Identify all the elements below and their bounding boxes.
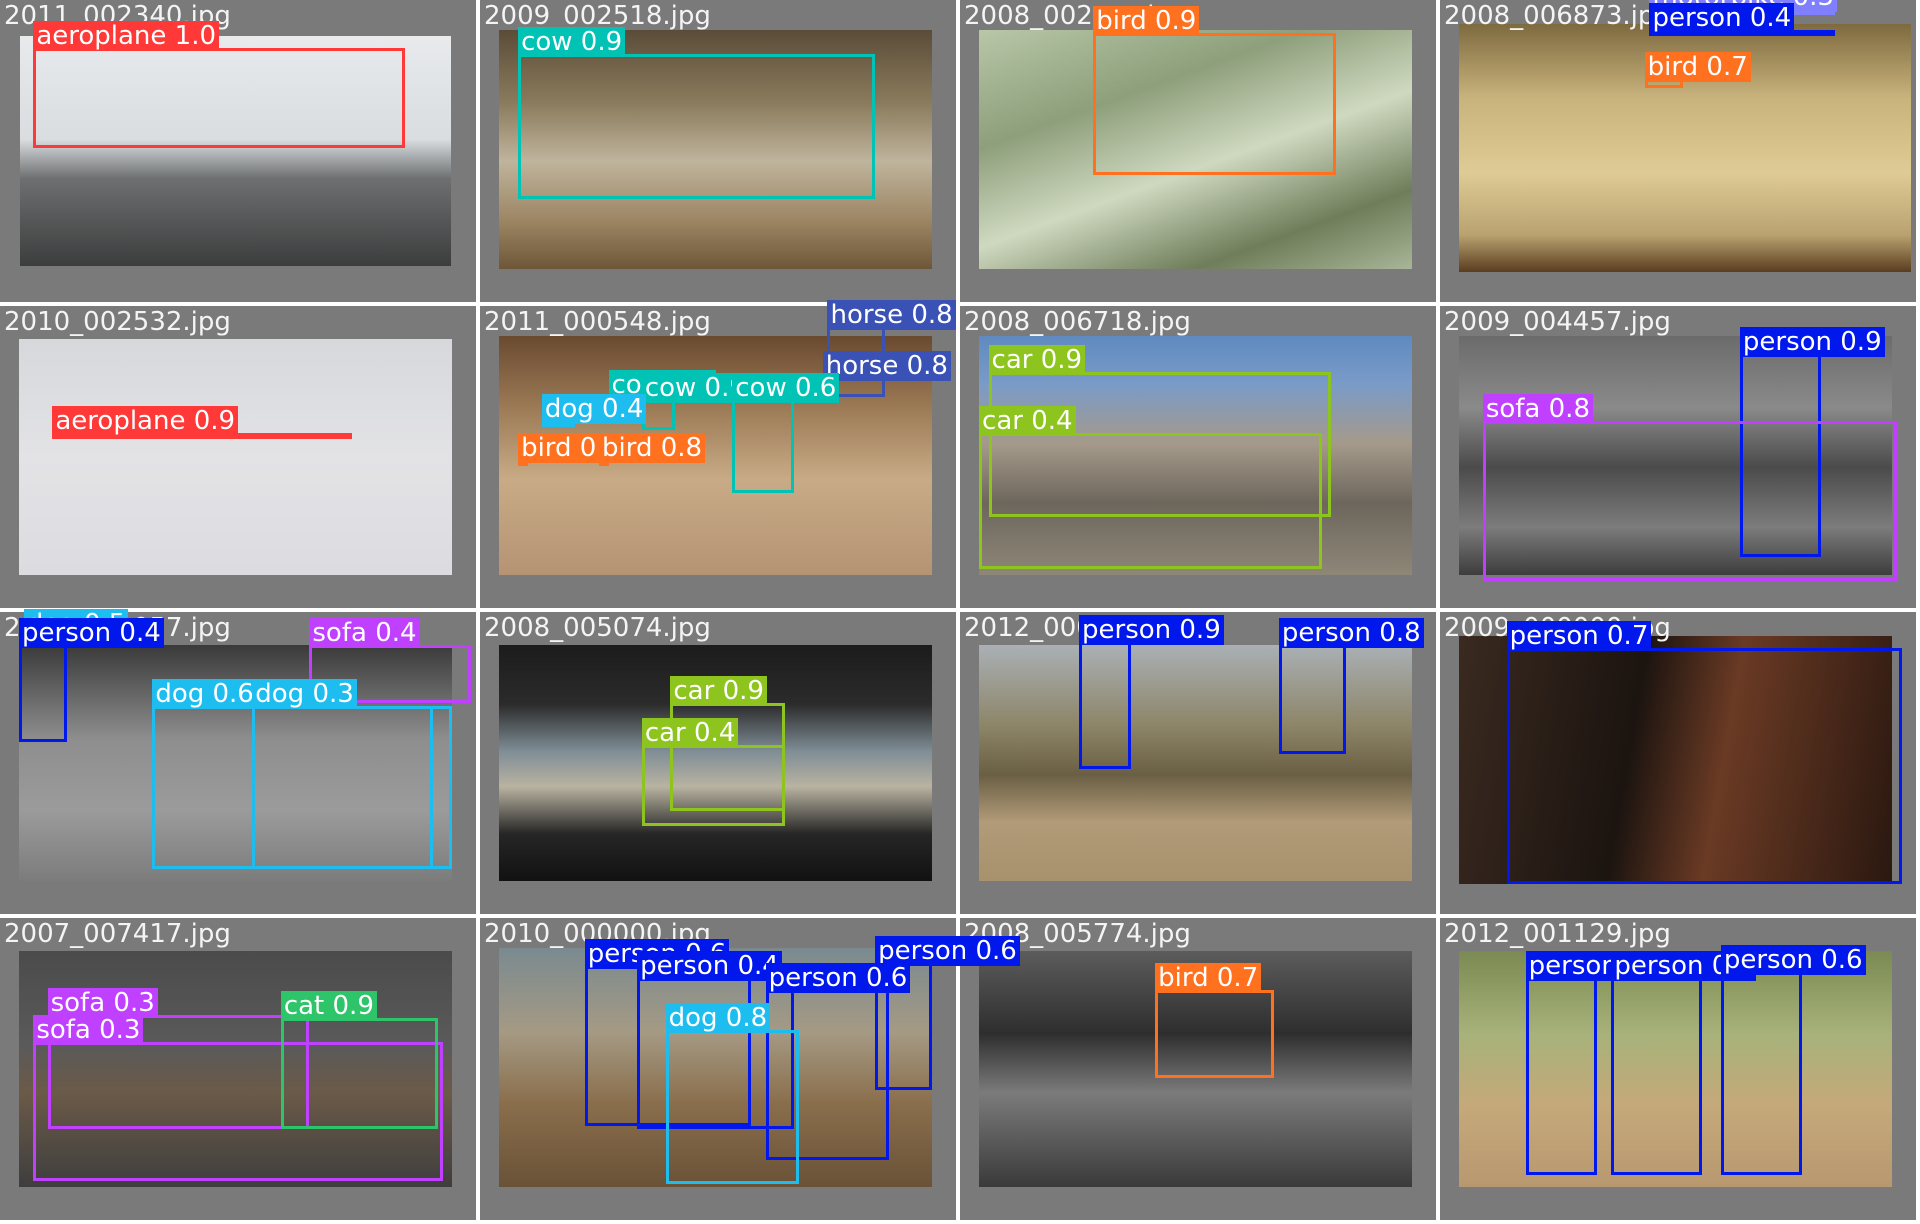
detection-label: person 0.4	[19, 618, 164, 649]
image-tile: 2008_002xxx.jpg bird 0.9	[960, 0, 1436, 302]
bbox-car: car 0.4	[641, 717, 785, 827]
bbox-cow: cow 0.6	[732, 372, 840, 494]
filename-label: 2007_007417.jpg	[4, 919, 231, 949]
detection-label: horse 0.8	[822, 351, 951, 382]
bbox-aeroplane: aeroplane 1.0	[33, 21, 405, 148]
image-tile: 2010_000057.jpgdog 0.5person 0.4sofa 0.4…	[0, 609, 476, 914]
bbox-bird: bird 0.7	[518, 433, 625, 467]
detection-label: car 0.9	[670, 675, 767, 706]
detection-label: car 0.4	[641, 717, 739, 748]
detection-label: bird 0.7	[1155, 963, 1262, 994]
detection-label: sofa 0.3	[33, 1014, 144, 1045]
image-tile: 2012_000144.jpg person 0.9 person 0.8	[960, 612, 1436, 914]
image-tile: 2011_000548.jpghorse 0.8horse 0.8cow 0.5…	[480, 300, 956, 608]
filename-label: 2009_004457.jpg	[1444, 307, 1671, 337]
detection-label: person 0.4	[637, 951, 782, 982]
image-tile: 2010_002532.jpg aeroplane 0.9	[0, 306, 476, 608]
image-tile: 2008_005774.jpg bird 0.7	[960, 918, 1436, 1220]
detection-label: car 0.4	[979, 405, 1076, 436]
bbox-sofa: sofa 0.8	[1482, 393, 1897, 581]
detection-label: sofa 0.3	[47, 987, 158, 1018]
detection-label: person 0.8	[1278, 618, 1424, 649]
image-tile: 2010_000000.jpgperson 0.6person 0.4perso…	[480, 918, 1020, 1220]
detection-label: person 0.6	[875, 936, 1020, 967]
bbox-person: person 0.8	[1278, 618, 1424, 754]
bbox-person: person 0.9	[1079, 615, 1224, 770]
filename-label: 2012_001129.jpg	[1444, 919, 1671, 949]
detection-label: person 0.4	[1649, 3, 1795, 34]
bbox-person: person 0.7	[1506, 621, 1902, 884]
detection-label: dog 0.6	[152, 678, 257, 709]
bbox-car: car 0.4	[979, 405, 1322, 569]
detection-label: person 0.9	[1079, 615, 1224, 646]
bbox-person: person 0.4	[19, 618, 164, 742]
detection-label: sofa 0.8	[1482, 393, 1593, 424]
bbox-aeroplane: aeroplane 0.9	[52, 405, 353, 439]
detection-grid: 2011_002340.jpg aeroplane 1.0 2009_002518.…	[0, 0, 1920, 1224]
image-tile: 2008_005074.jpgcar 0.9 car 0.4	[480, 612, 956, 914]
filename-label: 2011_000548.jpg	[484, 307, 711, 337]
filename-label: 2008_006873.jpg	[1444, 1, 1671, 31]
detection-label: aeroplane 0.9	[52, 405, 239, 436]
detection-label: horse 0.8	[827, 300, 956, 331]
image-tile: 2011_002340.jpg aeroplane 1.0	[0, 0, 476, 302]
bbox-bird: bird 0.7	[1155, 963, 1275, 1079]
detection-label: bird 0.7	[1644, 51, 1751, 82]
bbox-dog: dog 0.8	[665, 1002, 799, 1184]
detection-label: bird 0.8	[599, 433, 706, 464]
bbox-person: person 0.6	[1720, 945, 1866, 1175]
bbox-cow: cow 0.9	[518, 27, 876, 200]
detection-label: dog 0.4	[541, 393, 647, 424]
detection-label: person 0.6	[765, 963, 911, 994]
image-tile: 2008_006718.jpgcar 0.9 car 0.4	[960, 306, 1436, 608]
detection-label: dog 0.8	[665, 1002, 771, 1033]
photo-horse-riders	[979, 645, 1413, 881]
filename-label: 2010_002532.jpg	[4, 307, 231, 337]
bbox-cat: cat 0.9	[280, 990, 438, 1130]
detection-label: person 0.9	[1739, 327, 1885, 358]
bbox-bird: bird 0.7	[1644, 51, 1751, 88]
bbox-person: person 0.6	[1525, 951, 1671, 1175]
image-tile: 2009_004457.jpgperson 0.9 sofa 0.8	[1440, 306, 1916, 608]
bbox-dog: dog 0.3	[252, 678, 434, 869]
bbox-dog: dog 0.4	[541, 393, 647, 427]
detection-label: sofa 0.4	[309, 618, 420, 649]
detection-label: cat 0.9	[280, 990, 377, 1021]
filename-label: 2008_005074.jpg	[484, 613, 711, 643]
detection-label: cow 0.9	[518, 27, 626, 58]
detection-label: dog 0.3	[252, 678, 357, 709]
detection-label: bird 0.9	[1093, 6, 1200, 37]
image-tile: 2007_007417.jpgsofa 0.3 sofa 0.3 cat 0.9	[0, 918, 476, 1220]
bbox-cow: cow 0.9	[641, 372, 749, 430]
detection-label: car 0.9	[988, 345, 1086, 376]
detection-label: cow 0.6	[732, 372, 840, 403]
bbox-bird: bird 0.9	[1093, 6, 1337, 176]
detection-label: aeroplane 1.0	[33, 21, 220, 52]
detection-label: person 0.7	[1506, 621, 1652, 652]
bbox-person: person 0.4	[1649, 3, 1836, 37]
image-tile: 2012_001129.jpg person 0.6 person 0.6 perso…	[1440, 918, 1916, 1220]
filename-label: 2008_006718.jpg	[964, 307, 1191, 337]
bbox-bird: bird 0.8	[599, 433, 706, 467]
bbox-person: person 0.6	[1611, 951, 1757, 1175]
detection-label: person 0.6	[1720, 945, 1866, 976]
image-tile: 2008_006873.jpgmotorbike 0.3person 0.4bi…	[1440, 0, 1916, 302]
photo-aeroplane-in-sky	[19, 339, 453, 575]
image-tile: 2009_000000.jpgperson 0.7	[1440, 612, 1916, 914]
image-tile: 2009_002518.jpg cow 0.9	[480, 0, 956, 302]
